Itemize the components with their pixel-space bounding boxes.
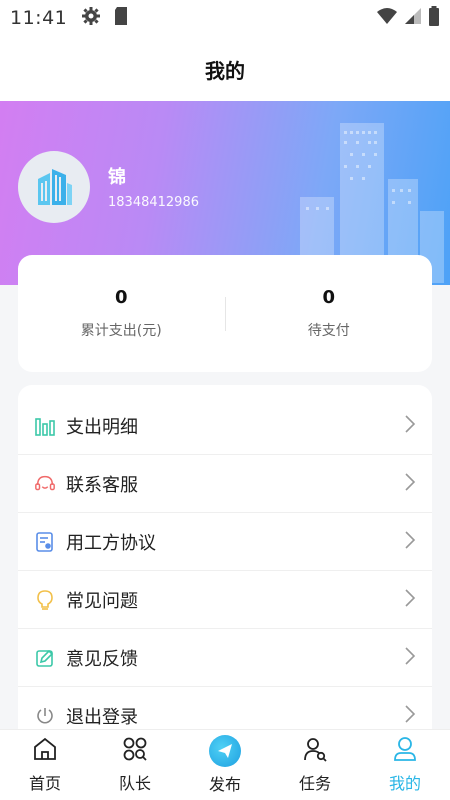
status-time: 11:41 xyxy=(10,7,68,29)
team-icon xyxy=(122,736,148,766)
menu-label: 退出登录 xyxy=(66,706,138,728)
chevron-right-icon xyxy=(404,530,416,554)
tab-label: 发布 xyxy=(208,775,241,794)
task-search-icon xyxy=(302,736,328,766)
nav-bar: 我的 xyxy=(0,36,450,102)
menu-label: 常见问题 xyxy=(66,590,138,612)
menu-item-faq[interactable]: 常见问题 xyxy=(18,571,432,629)
user-name: 锦 xyxy=(108,167,126,188)
avatar[interactable] xyxy=(18,151,90,223)
page-title: 我的 xyxy=(205,58,245,83)
battery-icon xyxy=(428,6,440,30)
menu-label: 意见反馈 xyxy=(66,648,138,670)
status-bar: 11:41 x xyxy=(0,0,450,36)
bottom-tab-bar: 首页 队长 发布 任务 我的 xyxy=(0,729,450,800)
chevron-right-icon xyxy=(404,414,416,438)
tab-publish[interactable]: 发布 xyxy=(180,730,270,800)
user-icon xyxy=(392,736,418,766)
tab-home[interactable]: 首页 xyxy=(0,730,90,800)
stat-total-expense[interactable]: 0 累计支出(元) xyxy=(18,287,225,340)
chevron-right-icon xyxy=(404,588,416,612)
stat-value: 0 xyxy=(114,287,128,308)
tab-label: 首页 xyxy=(28,774,61,793)
tab-mine[interactable]: 我的 xyxy=(360,730,450,800)
menu-label: 用工方协议 xyxy=(66,532,156,554)
menu-label: 支出明细 xyxy=(66,416,138,438)
menu-item-employer-agreement[interactable]: 用工方协议 xyxy=(18,513,432,571)
building-icon xyxy=(38,169,72,205)
signal-icon xyxy=(404,7,422,29)
stat-label: 待支付 xyxy=(307,323,350,339)
menu-card: 支出明细 联系客服 用工方协议 常见问题 意见反馈 退出登录 xyxy=(18,385,432,745)
menu-label: 联系客服 xyxy=(66,474,138,496)
publish-icon xyxy=(209,735,241,767)
sd-card-icon xyxy=(113,6,129,30)
edit-icon xyxy=(34,647,56,669)
menu-item-feedback[interactable]: 意见反馈 xyxy=(18,629,432,687)
svg-text:x: x xyxy=(390,18,394,25)
chevron-right-icon xyxy=(404,704,416,728)
contract-icon xyxy=(34,531,56,553)
home-icon xyxy=(32,736,58,766)
tab-tasks[interactable]: 任务 xyxy=(270,730,360,800)
stat-pending-payment[interactable]: 0 待支付 xyxy=(226,287,433,340)
chevron-right-icon xyxy=(404,472,416,496)
chevron-right-icon xyxy=(404,646,416,670)
gear-icon xyxy=(81,6,101,30)
bar-chart-icon xyxy=(34,415,56,437)
headset-icon xyxy=(34,473,56,495)
lightbulb-icon xyxy=(34,589,56,611)
stats-card: 0 累计支出(元) 0 待支付 xyxy=(18,255,432,372)
stat-label: 累计支出(元) xyxy=(80,323,162,339)
user-phone: 18348412986 xyxy=(108,195,199,210)
tab-captain[interactable]: 队长 xyxy=(90,730,180,800)
tab-label: 任务 xyxy=(298,774,331,793)
stat-value: 0 xyxy=(322,287,336,308)
menu-item-expense-details[interactable]: 支出明细 xyxy=(18,397,432,455)
tab-label: 队长 xyxy=(118,774,151,793)
power-icon xyxy=(34,705,56,727)
menu-item-customer-service[interactable]: 联系客服 xyxy=(18,455,432,513)
tab-label: 我的 xyxy=(388,774,421,793)
wifi-icon: x xyxy=(376,7,398,29)
